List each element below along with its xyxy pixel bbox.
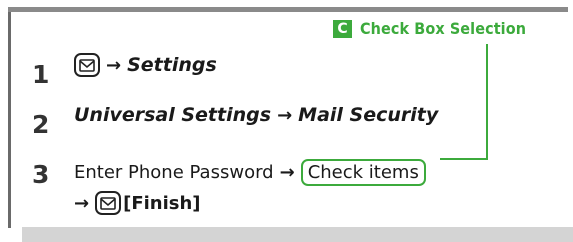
hint-callout: C Check Box Selection [333,19,526,38]
step-3-line-2: → [Finish] [74,191,201,215]
check-items-highlight: Check items [300,159,426,186]
finish-label: [Finish] [123,192,201,214]
hint-badge: C [333,19,352,38]
step-number-3: 3 [32,160,50,189]
mail-key-icon [74,53,100,77]
frame-left-border [8,12,11,228]
arrow-icon: → [277,104,293,126]
step-2-text-a: Universal Settings [74,104,272,126]
step-number-2: 2 [32,110,50,139]
step-2-text-b: Mail Security [298,104,439,126]
step-1-line: → Settings [74,53,217,77]
step-2-line: Universal Settings → Mail Security [74,104,438,126]
connector-line-horizontal [440,158,488,160]
step-3-prefix: Enter Phone Password [74,162,274,183]
frame-top-border [8,7,568,12]
arrow-icon: → [106,54,122,76]
frame-bottom-bar [22,227,573,242]
mail-key-icon [95,191,122,215]
step-1-text: Settings [127,54,217,76]
hint-title: Check Box Selection [360,19,527,38]
connector-line-vertical [486,44,488,160]
step-3-line-1: Enter Phone Password → Check items [74,159,426,186]
arrow-icon: → [74,192,90,214]
step-number-1: 1 [32,60,50,89]
arrow-icon: → [279,162,295,183]
